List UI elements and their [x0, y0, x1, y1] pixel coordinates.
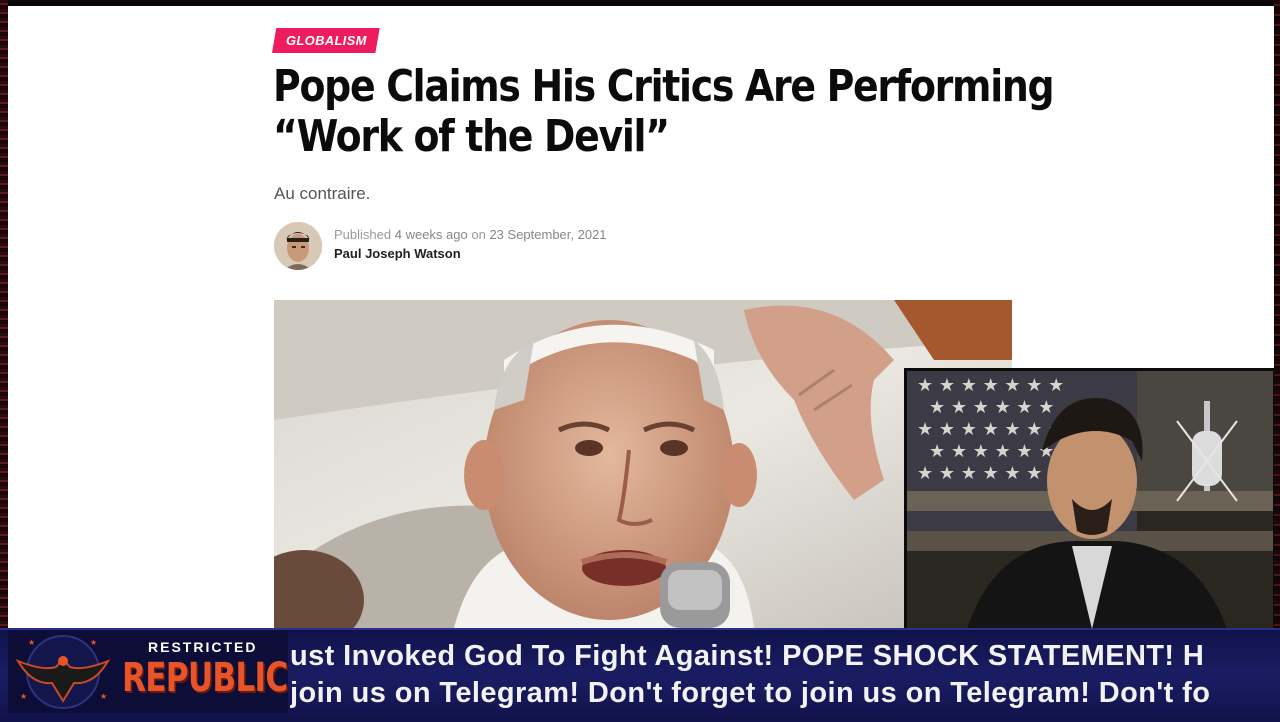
published-label: Published — [334, 227, 392, 242]
svg-text:★ ★ ★ ★ ★ ★: ★ ★ ★ ★ ★ ★ — [929, 397, 1054, 418]
headline-line-1: Pope Claims His Critics Are Performing — [273, 61, 1055, 112]
ticker-telegram: join us on Telegram! Don't forget to joi… — [290, 677, 1211, 709]
svg-text:★ ★ ★ ★ ★ ★ ★: ★ ★ ★ ★ ★ ★ ★ — [917, 463, 1064, 484]
author-avatar[interactable] — [274, 222, 322, 270]
published-on: on — [471, 227, 486, 242]
article-hero-image — [274, 300, 1012, 628]
svg-text:★: ★ — [100, 692, 107, 701]
streamer-webcam: ★ ★ ★ ★ ★ ★ ★ ★ ★ ★ ★ ★ ★ ★ ★ ★ ★ ★ ★ ★ … — [904, 368, 1274, 628]
svg-text:★: ★ — [90, 638, 97, 647]
logo-text-restricted: RESTRICTED — [148, 639, 258, 655]
frame-edge-left — [0, 0, 8, 720]
published-relative: 4 weeks ago — [394, 227, 468, 242]
svg-text:★: ★ — [28, 638, 35, 647]
channel-logo: ★ ★ ★ ★ RESTRICTED REPUBLIC — [8, 631, 288, 713]
category-tag[interactable]: GLOBALISM — [272, 28, 380, 53]
svg-text:★ ★ ★ ★ ★ ★ ★: ★ ★ ★ ★ ★ ★ ★ — [917, 419, 1064, 440]
author-name-link[interactable]: Paul Joseph Watson — [334, 246, 461, 261]
article-subtitle: Au contraire. — [274, 184, 371, 203]
published-date: 23 September, 2021 — [489, 227, 607, 242]
logo-text-republic: REPUBLIC — [122, 655, 288, 701]
headline-line-2: “Work of the Devil” — [273, 111, 670, 162]
article-headline: Pope Claims His Critics Are Performing “… — [273, 61, 1055, 162]
frame-edge-right — [1274, 0, 1280, 720]
published-meta: Published 4 weeks ago on 23 September, 2… — [334, 227, 607, 242]
article-page: GLOBALISM Pope Claims His Critics Are Pe… — [8, 6, 1274, 628]
eagle-icon: ★ ★ ★ ★ — [15, 635, 111, 709]
svg-text:★: ★ — [20, 692, 27, 701]
ticker-headline: ust Invoked God To Fight Against! POPE S… — [290, 640, 1205, 672]
svg-text:★ ★ ★ ★ ★ ★ ★: ★ ★ ★ ★ ★ ★ ★ — [917, 375, 1064, 396]
svg-text:★ ★ ★ ★ ★ ★: ★ ★ ★ ★ ★ ★ — [929, 441, 1054, 462]
